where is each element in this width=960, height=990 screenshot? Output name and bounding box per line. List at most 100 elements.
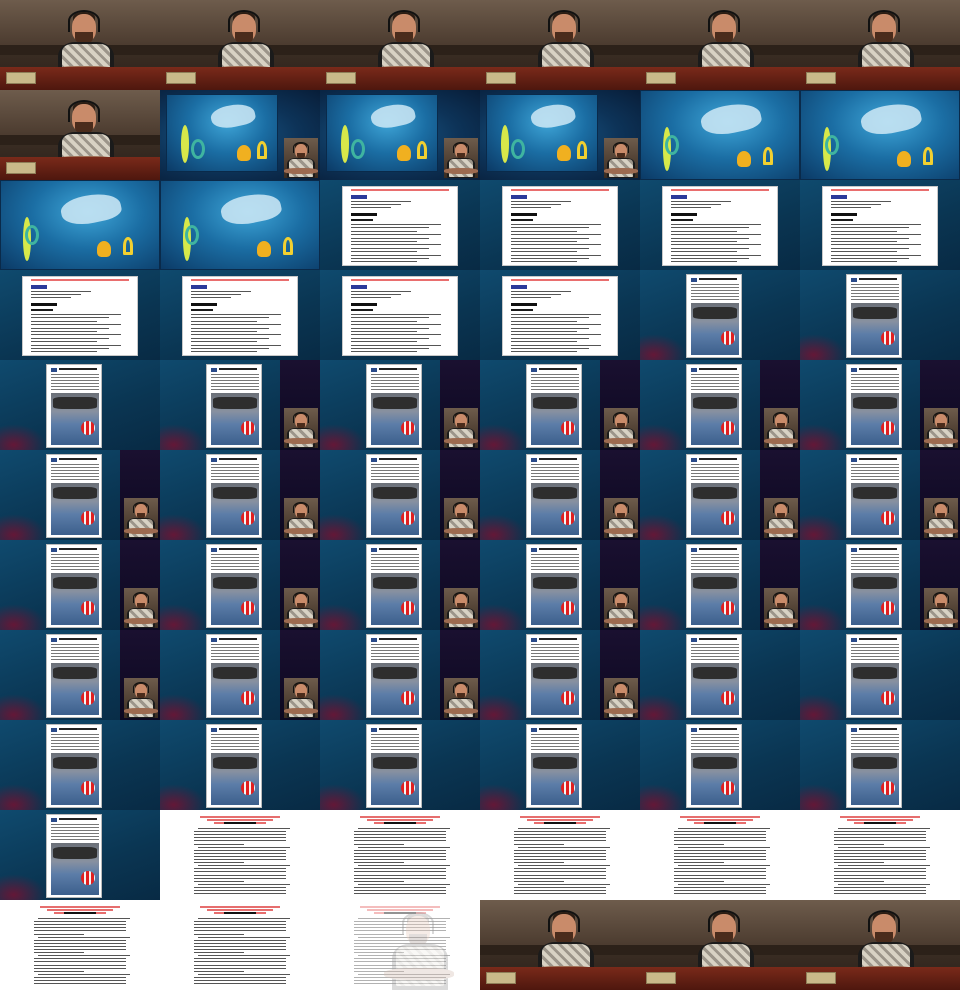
article-text-line [691,290,739,291]
article-text-line [691,650,739,651]
person-silhouette-icon [604,592,638,628]
person-arm [764,528,798,534]
transcript-text-line [194,893,286,895]
headset-icon [453,142,469,153]
background-wave-shape [160,514,206,540]
article-text-line [371,653,419,654]
headset-icon [228,10,260,32]
article-text-line [51,464,99,465]
buoy-icon [721,601,735,615]
document-text-line [511,324,601,326]
person-arm [284,618,318,624]
transcript-text-line [34,945,126,947]
document-text-line [671,241,737,242]
document-text-line [351,334,441,336]
transcript-text-line [674,880,724,882]
headset-icon [293,412,309,423]
transcript-text-line [838,883,930,885]
transcript-text-line [194,970,244,972]
transcript-text-line [354,871,446,873]
ship-hull-shape [693,667,737,679]
article-headline-line [699,548,737,550]
seaweed-ring-shape [185,225,199,245]
document-text-line [511,258,589,259]
headset-icon [613,682,629,693]
transcript-red-heading-line [40,906,120,908]
ship-hull-shape [693,487,737,499]
document-text-line [511,327,589,329]
document-redaction-bar [511,303,537,306]
article-photo [691,573,739,625]
person-silhouette-icon [924,502,958,538]
article-page [206,454,262,538]
transcript-text-line [194,874,286,876]
transcript-text-line [194,958,286,960]
buoy-icon [561,511,575,525]
speaker-pip-thumbnail [924,408,958,448]
video-frame-thumbnail [800,90,960,180]
background-wave-shape [160,604,206,630]
document-title-block [831,195,847,199]
article-text-line [531,389,579,390]
transcript-page [830,812,930,898]
article-text-line [51,650,99,651]
buoy-icon [881,691,895,705]
transcript-text-line [514,852,606,854]
article-headline-line [59,728,97,730]
article-headline-line [379,638,417,640]
document-text-line [351,241,417,242]
transcript-text-line [354,834,446,836]
transcript-text-line [514,834,606,836]
person-silhouette-icon [444,412,478,448]
article-page [206,364,262,448]
transcript-text-line [194,843,244,845]
article-text-line [211,734,259,735]
article-text-line [531,383,579,384]
document-text-line [671,234,761,236]
seaweed-ring-shape [665,135,679,155]
background-wave-shape [640,784,686,810]
document-text-line [351,254,441,256]
transcript-text-line [34,976,126,978]
buoy-icon [561,781,575,795]
document-text-line [511,207,551,208]
buoy-icon [401,421,415,435]
article-text-line [371,647,419,648]
article-page [206,724,262,808]
document-redaction-bar [351,303,377,306]
frame-desk-mat [486,972,516,984]
headset-icon [933,412,949,423]
article-headline-line [699,458,737,460]
transcript-text-line [34,942,126,944]
transcript-text-line [514,849,606,851]
article-text-line [531,560,579,561]
video-frame-thumbnail [480,270,640,360]
person-silhouette-icon [444,592,478,628]
transcript-text-line [514,893,606,895]
article-text-line [851,299,899,300]
article-text-line [371,566,419,567]
person-silhouette-icon [124,682,158,718]
article-logo [211,728,217,732]
document-redaction-bar [831,213,857,216]
article-text-line [851,386,899,387]
article-photo [51,663,99,715]
video-frame-thumbnail [0,0,160,90]
document-text-line [671,230,737,232]
video-frame-thumbnail [320,450,480,540]
transcript-text-line [834,893,926,895]
article-headline-line [219,368,257,370]
transcript-text-line [34,958,126,960]
article-text-line [51,470,99,471]
transcript-text-line [194,886,286,888]
underwater-video-frame [160,180,320,270]
buoy-icon [881,601,895,615]
speaker-pip-thumbnail [284,408,318,448]
article-logo [691,368,697,372]
ship-hull-shape [213,757,257,769]
article-logo [51,818,57,822]
ship-hull-shape [213,667,257,679]
video-frame-thumbnail [640,270,800,360]
document-red-heading-line [511,279,609,281]
buoy-icon [721,511,735,525]
